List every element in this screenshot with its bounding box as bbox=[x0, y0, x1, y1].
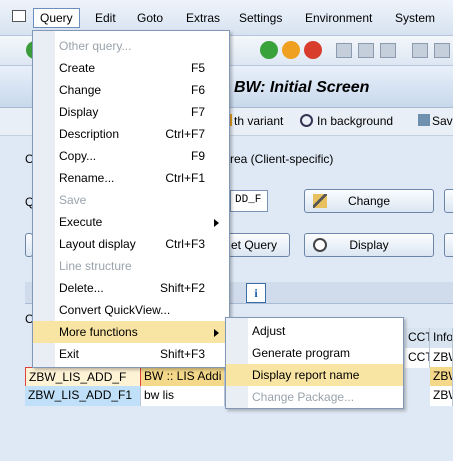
menu-item-label: Convert QuickView... bbox=[59, 303, 171, 317]
menu-item-label: Layout display bbox=[59, 237, 136, 251]
submenu-arrow-icon bbox=[214, 329, 219, 337]
info-icon[interactable]: i bbox=[246, 283, 266, 303]
save-icon bbox=[418, 114, 430, 126]
menu-item-label: Adjust bbox=[252, 324, 286, 338]
query-menu: Other query... Create F5 Change F6 Display F7 D… bbox=[32, 30, 230, 368]
menu-item-label: Copy... bbox=[59, 149, 97, 163]
create-button-partial[interactable] bbox=[444, 189, 453, 213]
menu-item-label: Delete... bbox=[59, 281, 104, 295]
menu-item-label: Save bbox=[59, 193, 87, 207]
page-title: BW: Initial Screen bbox=[234, 79, 370, 96]
table-row-tail[interactable]: ZBW bbox=[430, 367, 453, 387]
menu-edit[interactable]: Edit bbox=[95, 11, 116, 25]
query-menu-item: Line structure bbox=[33, 255, 229, 277]
menu-item-label: Generate program bbox=[252, 346, 351, 360]
menu-item-label: Change Package... bbox=[252, 390, 355, 404]
menu-item-label: More functions bbox=[59, 325, 138, 339]
query-menu-item[interactable]: Convert QuickView... bbox=[33, 299, 229, 321]
menu-item-shortcut: Ctrl+F7 bbox=[165, 127, 205, 141]
query-menu-item[interactable]: Rename... Ctrl+F1 bbox=[33, 167, 229, 189]
print-icon[interactable] bbox=[336, 43, 352, 58]
query-menu-item[interactable]: Layout display Ctrl+F3 bbox=[33, 233, 229, 255]
menu-query[interactable]: Query bbox=[33, 8, 80, 28]
description-button-partial[interactable] bbox=[444, 233, 453, 257]
back-icon[interactable] bbox=[260, 41, 278, 59]
menu-item-shortcut: Ctrl+F1 bbox=[165, 171, 205, 185]
grid-cell: CCT bbox=[405, 348, 430, 368]
with-variant-link[interactable]: th variant bbox=[234, 114, 283, 128]
more-functions-menu-item: Change Package... bbox=[226, 386, 403, 408]
menu-item-shortcut: F9 bbox=[190, 149, 205, 163]
menu-item-shortcut: Ctrl+F3 bbox=[165, 237, 205, 251]
query-area-text: rea (Client-specific) bbox=[230, 152, 334, 166]
menu-item-label: Description bbox=[59, 127, 120, 141]
query-menu-item[interactable]: Display F7 bbox=[33, 101, 229, 123]
menu-settings[interactable]: Settings bbox=[239, 11, 282, 25]
pencil-icon bbox=[313, 194, 327, 208]
menu-item-shortcut: Shift+F3 bbox=[159, 347, 205, 361]
query-menu-item[interactable]: Create F5 bbox=[33, 57, 229, 79]
display-button-label: Display bbox=[349, 238, 389, 252]
menu-environment[interactable]: Environment bbox=[305, 11, 372, 25]
table-row-title[interactable]: bw lis bbox=[141, 386, 225, 406]
menu-item-label: Exit bbox=[59, 347, 80, 361]
window-menu-icon[interactable] bbox=[12, 10, 26, 22]
prev-page-icon[interactable] bbox=[434, 43, 450, 58]
grid-header-info: Info bbox=[430, 328, 453, 348]
save-link[interactable]: Sav bbox=[432, 114, 453, 128]
menu-item-label: Rename... bbox=[59, 171, 115, 185]
exit-icon[interactable] bbox=[282, 41, 300, 59]
cancel-icon[interactable] bbox=[304, 41, 322, 59]
set-query-button[interactable]: et Query bbox=[228, 233, 290, 257]
query-menu-item[interactable]: Description Ctrl+F7 bbox=[33, 123, 229, 145]
more-functions-submenu: Adjust Generate program Display report nam… bbox=[225, 317, 404, 409]
query-menu-item[interactable]: Exit Shift+F3 bbox=[33, 343, 229, 365]
more-functions-menu-item[interactable]: Generate program bbox=[226, 342, 403, 364]
menu-item-shortcut: F5 bbox=[190, 61, 205, 75]
query-menu-item: Save bbox=[33, 189, 229, 211]
menu-item-shortcut: F6 bbox=[190, 83, 205, 97]
grid-header-cct: CCT bbox=[405, 328, 430, 348]
more-functions-menu-item[interactable]: Adjust bbox=[226, 320, 403, 342]
display-button[interactable]: Display bbox=[304, 233, 434, 257]
query-menu-item[interactable]: Copy... F9 bbox=[33, 145, 229, 167]
query-input[interactable]: DD_F bbox=[230, 190, 268, 212]
change-button[interactable]: Change bbox=[304, 189, 434, 213]
menu-item-label: Display bbox=[59, 105, 99, 119]
query-menu-item[interactable]: Delete... Shift+F2 bbox=[33, 277, 229, 299]
menu-item-label: Line structure bbox=[59, 259, 132, 273]
find-next-icon[interactable] bbox=[380, 43, 396, 58]
menu-item-shortcut: F7 bbox=[190, 105, 205, 119]
more-functions-menu-item[interactable]: Display report name bbox=[226, 364, 403, 386]
change-button-label: Change bbox=[347, 194, 391, 208]
table-row-tail[interactable]: ZBW bbox=[430, 386, 453, 406]
menu-item-label: Create bbox=[59, 61, 96, 75]
find-icon[interactable] bbox=[358, 43, 374, 58]
in-background-link[interactable]: In background bbox=[317, 114, 393, 128]
menu-item-label: Display report name bbox=[252, 368, 360, 382]
menu-item-shortcut: Shift+F2 bbox=[159, 281, 205, 295]
table-row-title[interactable]: BW :: LIS Addi bbox=[141, 367, 225, 387]
menu-goto[interactable]: Goto bbox=[137, 11, 163, 25]
query-menu-item: Other query... bbox=[33, 35, 229, 57]
menu-item-label: Execute bbox=[59, 215, 103, 229]
menu-extras[interactable]: Extras bbox=[186, 11, 220, 25]
set-query-label: et Query bbox=[231, 238, 278, 252]
query-menu-item[interactable]: Execute bbox=[33, 211, 229, 233]
submenu-arrow-icon bbox=[214, 219, 219, 227]
menu-item-label: Other query... bbox=[59, 39, 132, 53]
grid-cell: ZBW bbox=[430, 348, 453, 368]
query-menu-item[interactable]: Change F6 bbox=[33, 79, 229, 101]
menu-item-label: Change bbox=[59, 83, 102, 97]
query-menu-item[interactable]: More functions bbox=[33, 321, 229, 343]
table-row-name-selected[interactable]: ZBW_LIS_ADD_F bbox=[25, 367, 141, 387]
table-row-name[interactable]: ZBW_LIS_ADD_F1 bbox=[25, 386, 141, 406]
first-page-icon[interactable] bbox=[412, 43, 428, 58]
glasses-icon bbox=[313, 238, 327, 252]
clock-icon bbox=[300, 114, 313, 127]
menu-system[interactable]: System bbox=[395, 11, 435, 25]
